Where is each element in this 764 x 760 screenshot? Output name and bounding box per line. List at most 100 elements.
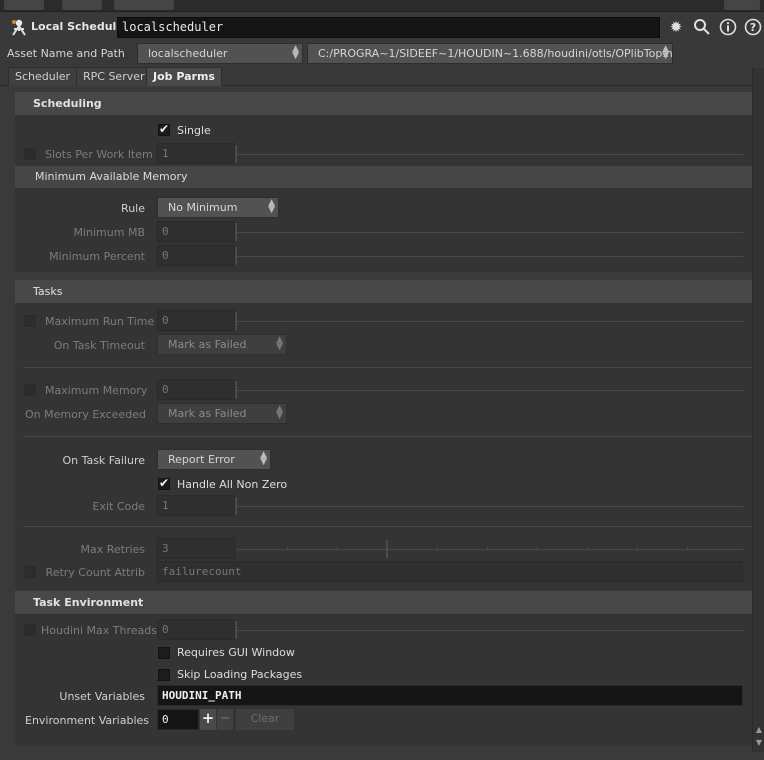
requires-gui-label: Requires GUI Window xyxy=(177,646,295,659)
exit-code-label: Exit Code xyxy=(92,500,146,513)
vertical-scrollbar[interactable]: ▲ ▼ xyxy=(752,68,764,752)
scroll-down-icon[interactable]: ▼ xyxy=(754,738,764,747)
slots-slider[interactable] xyxy=(235,145,743,163)
env-variables-label: Environment Variables xyxy=(25,714,150,727)
memory-exceeded-value: Mark as Failed xyxy=(168,407,247,420)
info-icon[interactable] xyxy=(719,18,737,36)
max-run-time-label: Maximum Run Time xyxy=(45,315,155,328)
rule-value: No Minimum xyxy=(168,201,238,214)
task-environment-folder-title[interactable]: Task Environment xyxy=(15,591,752,614)
tab-rpc-server[interactable]: RPC Server xyxy=(76,67,152,86)
parameter-header: Local Scheduler localscheduler ✹ ? xyxy=(0,12,764,42)
asset-path-dropdown[interactable]: C:/PROGRA~1/SIDEEF~1/HOUDIN~1.688/houdin… xyxy=(307,43,673,64)
tasks-folder: Tasks Maximum Run Time 0 On Task Timeout… xyxy=(15,280,752,590)
updown-arrow-icon: ▲ ▼ xyxy=(268,198,275,215)
slots-field[interactable]: 1 xyxy=(157,143,235,164)
task-timeout-label: On Task Timeout xyxy=(53,339,145,352)
unset-variables-label: Unset Variables xyxy=(59,690,145,703)
slots-label: Slots Per Work Item xyxy=(45,148,153,161)
updown-arrow-icon: ▲ ▼ xyxy=(260,450,267,467)
nav-arrows[interactable] xyxy=(4,0,44,10)
scheduling-folder-title[interactable]: Scheduling xyxy=(15,92,752,115)
help-icon[interactable]: ? xyxy=(744,18,762,36)
pane-controls[interactable] xyxy=(724,0,760,10)
tab-job-parms[interactable]: Job Parms xyxy=(146,67,222,86)
max-threads-label: Houdini Max Threads xyxy=(41,624,157,637)
updown-arrow-icon: ▲ ▼ xyxy=(276,404,283,421)
updown-arrow-icon: ▲ ▼ xyxy=(292,44,299,61)
updown-arrow-icon: ▲ ▼ xyxy=(276,335,283,352)
scheduler-node-icon xyxy=(12,19,26,36)
slots-toggle-checkbox[interactable] xyxy=(24,148,36,160)
min-mb-field[interactable]: 0 xyxy=(157,221,235,242)
handle-nonzero-checkbox[interactable] xyxy=(158,476,170,490)
min-percent-slider[interactable] xyxy=(235,247,743,265)
window-top-strip xyxy=(0,0,764,12)
max-memory-checkbox[interactable] xyxy=(24,384,36,396)
svg-text:?: ? xyxy=(750,21,756,34)
remove-variable-button[interactable]: − xyxy=(217,709,233,730)
asset-name-path-label: Asset Name and Path xyxy=(7,47,125,60)
max-threads-slider[interactable] xyxy=(235,621,743,639)
task-timeout-dropdown[interactable]: Mark as Failed ▲ ▼ xyxy=(157,334,287,355)
max-retries-label: Max Retries xyxy=(80,543,145,556)
search-icon[interactable] xyxy=(693,18,711,36)
retry-attrib-checkbox[interactable] xyxy=(24,566,36,578)
asset-path-value: C:/PROGRA~1/SIDEEF~1/HOUDIN~1.688/houdin… xyxy=(318,47,673,60)
task-failure-dropdown[interactable]: Report Error ▲ ▼ xyxy=(157,449,271,470)
path-chip-2[interactable] xyxy=(114,0,174,10)
max-threads-checkbox[interactable] xyxy=(24,624,36,636)
max-memory-slider[interactable] xyxy=(235,381,743,399)
asset-row: Asset Name and Path localscheduler ▲ ▼ C:… xyxy=(0,42,764,66)
env-variables-count-field[interactable]: 0 xyxy=(157,709,199,730)
asset-name-dropdown[interactable]: localscheduler ▲ ▼ xyxy=(137,43,303,64)
gear-icon[interactable]: ✹ xyxy=(667,18,685,36)
tab-scheduler[interactable]: Scheduler xyxy=(8,67,78,86)
node-name-input[interactable]: localscheduler xyxy=(117,17,660,38)
divider xyxy=(23,367,752,368)
max-retries-field[interactable]: 3 xyxy=(157,538,235,559)
unset-variables-field[interactable]: HOUDINI_PATH xyxy=(157,685,743,706)
memory-exceeded-label: On Memory Exceeded xyxy=(25,408,146,421)
retry-attrib-label: Retry Count Attrib xyxy=(45,566,145,579)
max-memory-label: Maximum Memory xyxy=(45,384,148,397)
task-failure-label: On Task Failure xyxy=(62,454,145,467)
handle-nonzero-label: Handle All Non Zero xyxy=(177,478,288,491)
scroll-up-icon[interactable]: ▲ xyxy=(754,725,764,734)
max-retries-slider[interactable] xyxy=(237,540,743,558)
divider xyxy=(23,436,752,437)
memory-exceeded-dropdown[interactable]: Mark as Failed ▲ ▼ xyxy=(157,403,287,424)
single-checkbox[interactable] xyxy=(158,122,170,136)
min-memory-subfolder-title[interactable]: Minimum Available Memory xyxy=(15,166,752,188)
skip-packages-checkbox[interactable] xyxy=(158,669,170,681)
rule-label: Rule xyxy=(121,202,145,215)
min-percent-field[interactable]: 0 xyxy=(157,245,235,266)
exit-code-slider[interactable] xyxy=(235,497,743,515)
task-failure-value: Report Error xyxy=(168,453,235,466)
min-mb-label: Minimum MB xyxy=(73,226,145,239)
min-percent-label: Minimum Percent xyxy=(49,250,145,263)
max-run-time-checkbox[interactable] xyxy=(24,315,36,327)
task-timeout-value: Mark as Failed xyxy=(168,338,247,351)
updown-arrow-icon: ▲ ▼ xyxy=(662,44,669,61)
tasks-folder-title[interactable]: Tasks xyxy=(15,280,752,303)
asset-name-value: localscheduler xyxy=(148,47,228,60)
retry-attrib-field[interactable]: failurecount xyxy=(157,561,743,582)
path-chip[interactable] xyxy=(62,0,102,10)
add-variable-button[interactable]: + xyxy=(200,709,216,730)
requires-gui-checkbox[interactable] xyxy=(158,647,170,659)
exit-code-field[interactable]: 1 xyxy=(157,495,235,516)
min-mb-slider[interactable] xyxy=(235,223,743,241)
tab-bar: Scheduler RPC Server Job Parms xyxy=(0,66,764,86)
node-type-label: Local Scheduler xyxy=(31,20,130,33)
max-threads-field[interactable]: 0 xyxy=(157,619,235,640)
max-memory-field[interactable]: 0 xyxy=(157,379,235,400)
single-label: Single xyxy=(177,124,211,137)
task-environment-folder: Task Environment Houdini Max Threads 0 R… xyxy=(15,591,752,746)
max-run-time-slider[interactable] xyxy=(235,312,743,330)
divider xyxy=(23,526,752,527)
parameter-content: Scheduling Single Slots Per Work Item 1 … xyxy=(7,86,752,752)
rule-dropdown[interactable]: No Minimum ▲ ▼ xyxy=(157,197,279,218)
clear-button[interactable]: Clear xyxy=(236,709,294,730)
max-run-time-field[interactable]: 0 xyxy=(157,310,235,331)
